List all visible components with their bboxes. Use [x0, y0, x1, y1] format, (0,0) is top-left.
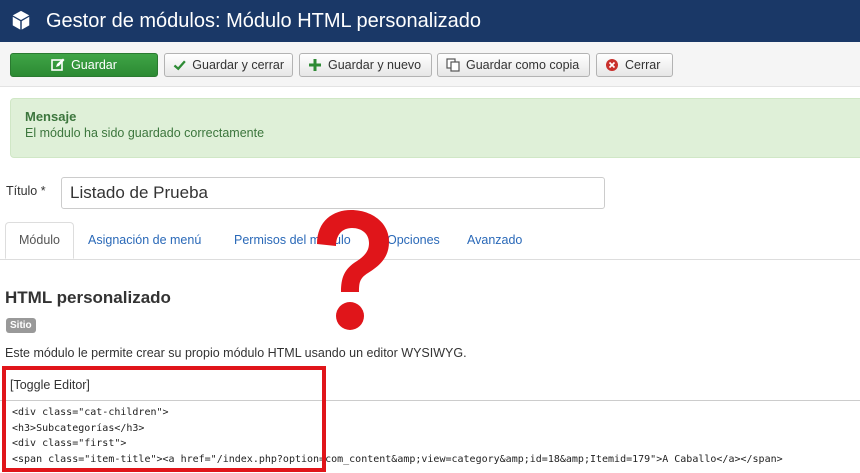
tab-module[interactable]: Módulo [5, 222, 74, 259]
close-button[interactable]: Cerrar [596, 53, 673, 77]
code-line: <span class="item-title"><a href="/index… [12, 453, 783, 465]
tab-advanced[interactable]: Avanzado [454, 222, 535, 259]
save-close-label: Guardar y cerrar [192, 58, 284, 72]
edit-icon [51, 58, 65, 71]
tab-menu-assignment[interactable]: Asignación de menú [75, 222, 214, 259]
alert-heading: Mensaje [25, 109, 77, 124]
editor-top-border [0, 400, 860, 401]
site-badge: Sitio [6, 318, 36, 333]
save-copy-label: Guardar como copia [466, 58, 580, 72]
title-label: Título * [6, 184, 46, 198]
save-new-button[interactable]: Guardar y nuevo [299, 53, 432, 77]
save-close-button[interactable]: Guardar y cerrar [164, 53, 293, 77]
save-new-label: Guardar y nuevo [328, 58, 422, 72]
success-alert: Mensaje El módulo ha sido guardado corre… [10, 98, 860, 158]
save-button-label: Guardar [71, 58, 117, 72]
section-title: HTML personalizado [5, 288, 171, 307]
tab-bar: Módulo Asignación de menú Permisos del m… [0, 222, 860, 260]
toolbar: Guardar Guardar y cerrar Guardar y nuevo… [0, 42, 860, 87]
title-input[interactable] [61, 177, 605, 209]
save-copy-button[interactable]: Guardar como copia [437, 53, 590, 77]
module-description: Este módulo le permite crear su propio m… [5, 346, 467, 360]
cube-icon [12, 10, 30, 30]
code-line: <h3>Subcategorías</h3> [12, 422, 145, 434]
check-icon [173, 60, 186, 71]
tab-options[interactable]: Opciones [374, 222, 453, 259]
save-button[interactable]: Guardar [10, 53, 158, 77]
close-circle-icon [606, 59, 618, 71]
tab-module-permissions[interactable]: Permisos del módulo [221, 222, 364, 259]
code-line: <div class="first"> [12, 438, 127, 449]
code-line: <div class="cat-children"> [12, 407, 169, 418]
app-header: Gestor de módulos: Módulo HTML personali… [0, 0, 860, 42]
toggle-editor-link[interactable]: [Toggle Editor] [10, 378, 90, 392]
copy-icon [446, 58, 460, 72]
code-editor[interactable]: <div class="cat-children"> <h3>Subcategor… [12, 405, 783, 467]
close-label: Cerrar [625, 58, 661, 72]
plus-icon [309, 59, 321, 71]
alert-message: El módulo ha sido guardado correctamente [25, 126, 265, 140]
page-title: Gestor de módulos: Módulo HTML personali… [46, 10, 482, 32]
